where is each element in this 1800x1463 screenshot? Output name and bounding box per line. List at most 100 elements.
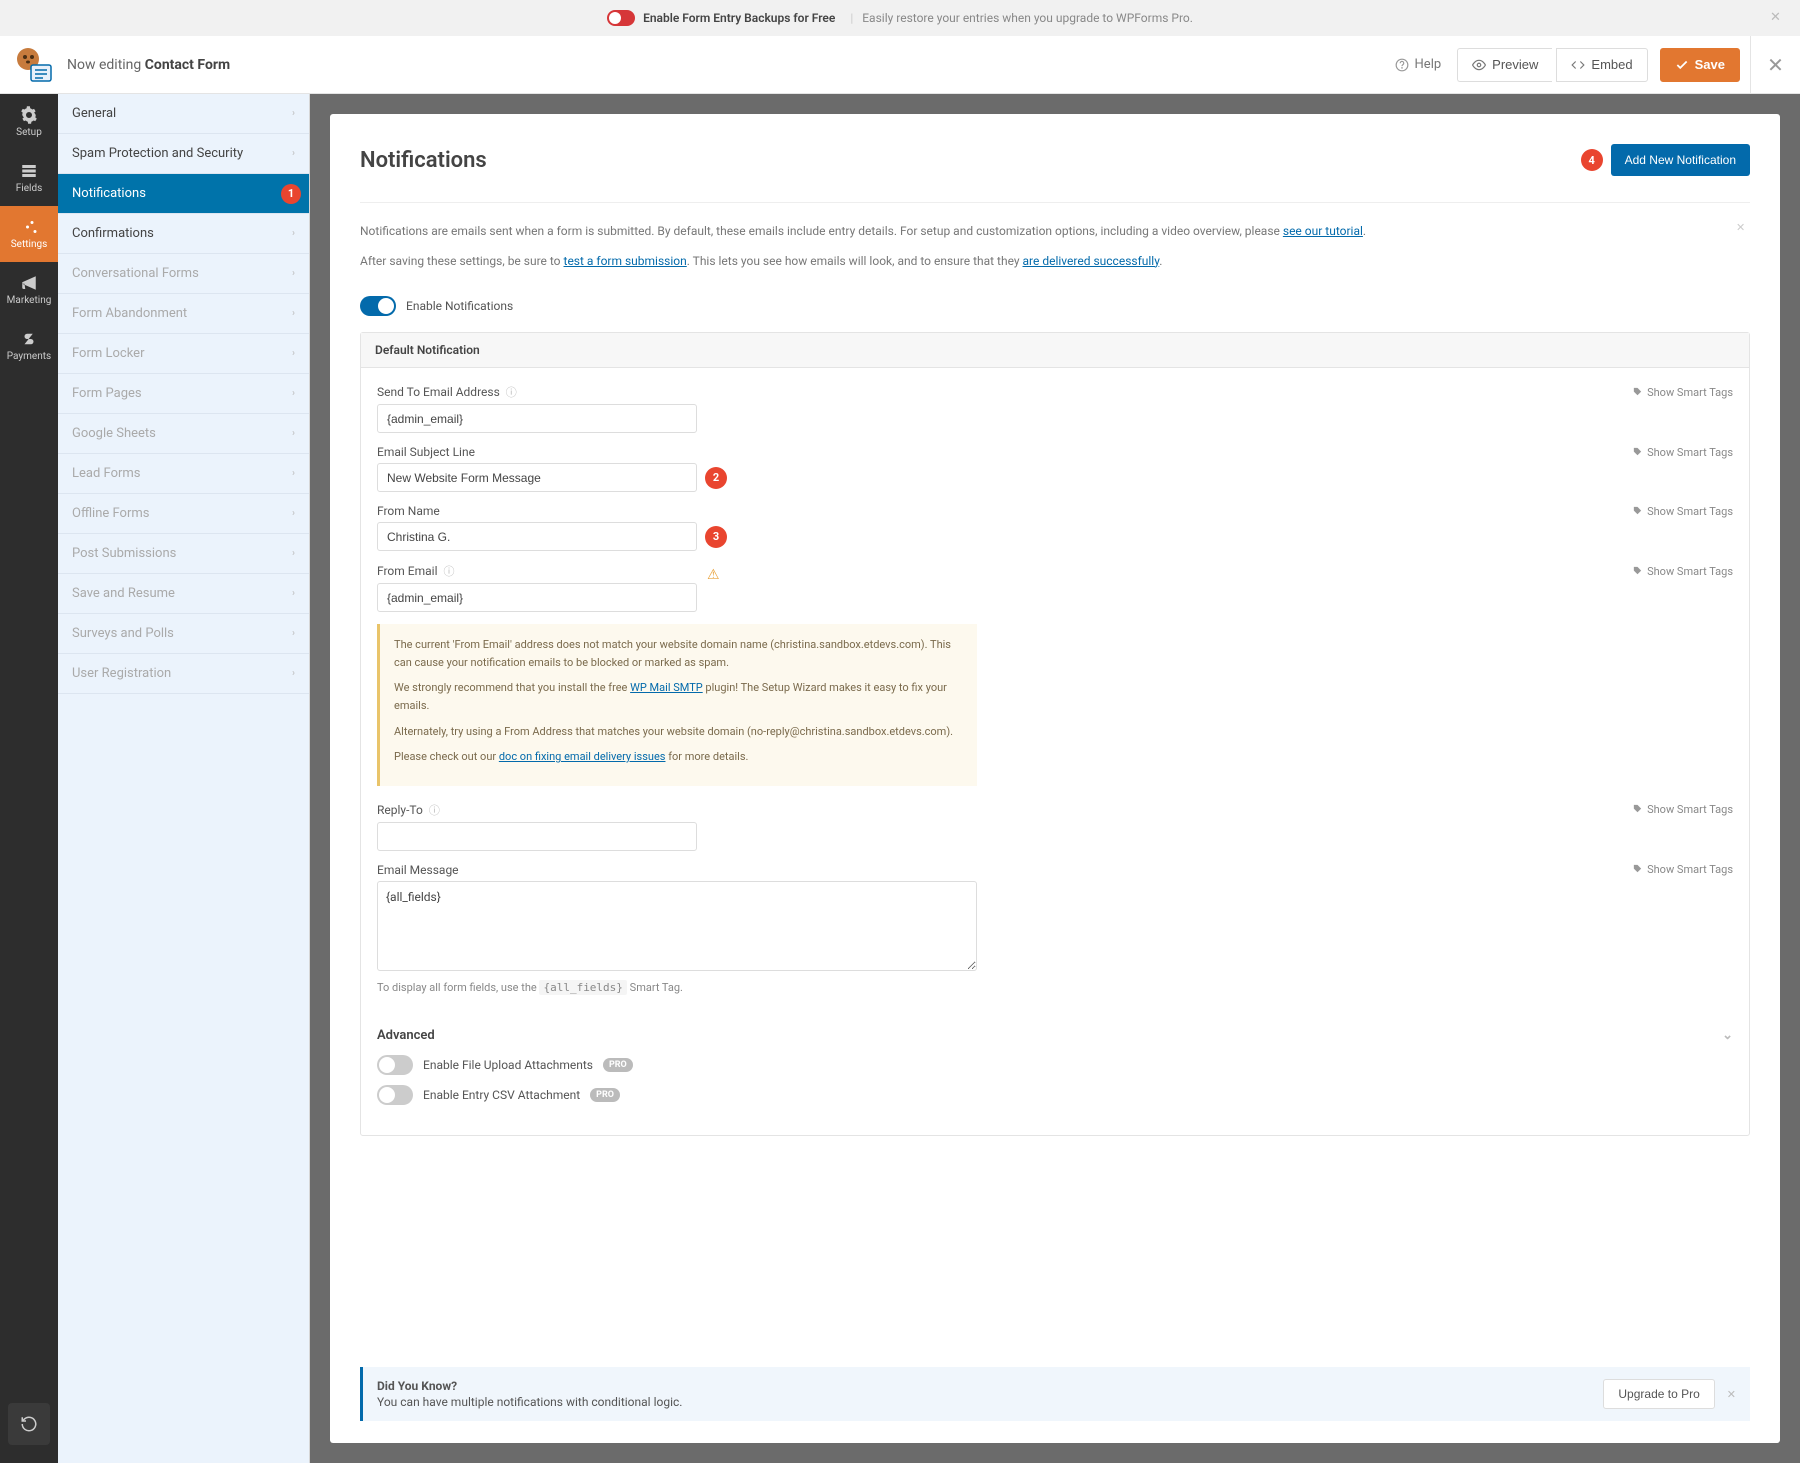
from-email-label: From Email	[377, 564, 437, 578]
settings-item-lead[interactable]: Lead Forms›	[58, 454, 309, 494]
close-builder-button[interactable]	[1750, 36, 1800, 94]
settings-item-general[interactable]: General›	[58, 94, 309, 134]
settings-item-user-reg[interactable]: User Registration›	[58, 654, 309, 694]
panel-title: Notifications	[360, 148, 487, 173]
reply-to-label: Reply-To	[377, 803, 423, 817]
pro-badge: PRO	[590, 1088, 620, 1102]
close-icon[interactable]	[1770, 10, 1786, 26]
settings-item-sheets[interactable]: Google Sheets›	[58, 414, 309, 454]
help-button[interactable]: Help	[1383, 49, 1454, 80]
smart-tags-link[interactable]: Show Smart Tags	[1632, 505, 1733, 518]
did-you-know-box: Did You Know? You can have multiple noti…	[360, 1367, 1750, 1421]
test-submission-link[interactable]: test a form submission	[564, 254, 687, 268]
form-name: Contact Form	[145, 57, 230, 73]
send-to-input[interactable]	[377, 404, 697, 433]
notifications-panel: Notifications 4 Add New Notification Not…	[330, 114, 1780, 1443]
from-email-input[interactable]	[377, 583, 697, 612]
info-text-2: After saving these settings, be sure to …	[360, 251, 1750, 273]
save-label: Save	[1695, 57, 1725, 72]
settings-item-conversational[interactable]: Conversational Forms›	[58, 254, 309, 294]
announcement-title: Enable Form Entry Backups for Free	[643, 11, 835, 25]
builder-header: Now editing Contact Form Help Preview Em…	[0, 36, 1800, 94]
sidebar-item-fields[interactable]: Fields	[0, 150, 58, 206]
preview-button[interactable]: Preview	[1457, 48, 1552, 82]
smart-tags-link[interactable]: Show Smart Tags	[1632, 386, 1733, 399]
add-notification-button[interactable]: Add New Notification	[1611, 144, 1750, 176]
sidebar-item-marketing[interactable]: Marketing	[0, 262, 58, 318]
advanced-section-header[interactable]: Advanced ⌄	[377, 1028, 1733, 1043]
send-to-label: Send To Email Address	[377, 385, 500, 399]
enable-notifications-toggle[interactable]	[360, 296, 396, 316]
csv-toggle[interactable]	[377, 1085, 413, 1105]
delivery-doc-link[interactable]: doc on fixing email delivery issues	[499, 750, 666, 763]
smart-tags-link[interactable]: Show Smart Tags	[1632, 863, 1733, 876]
close-icon[interactable]	[1727, 1388, 1736, 1401]
enable-notifications-label: Enable Notifications	[406, 299, 513, 313]
settings-item-notifications[interactable]: Notifications1	[58, 174, 309, 214]
primary-sidebar: Setup Fields Settings Marketing Payments	[0, 94, 58, 1463]
sidebar-item-settings[interactable]: Settings	[0, 206, 58, 262]
delivered-link[interactable]: are delivered successfully	[1023, 254, 1160, 268]
csv-label: Enable Entry CSV Attachment	[423, 1088, 580, 1102]
upgrade-button[interactable]: Upgrade to Pro	[1603, 1379, 1714, 1409]
settings-item-save-resume[interactable]: Save and Resume›	[58, 574, 309, 614]
chevron-right-icon: ›	[292, 628, 295, 639]
embed-label: Embed	[1591, 57, 1632, 72]
message-note: To display all form fields, use the {all…	[377, 981, 1733, 994]
subject-label: Email Subject Line	[377, 445, 475, 459]
chevron-right-icon: ›	[292, 148, 295, 159]
tutorial-link[interactable]: see our tutorial	[1283, 224, 1363, 238]
settings-item-pages[interactable]: Form Pages›	[58, 374, 309, 414]
settings-item-spam[interactable]: Spam Protection and Security›	[58, 134, 309, 174]
chevron-right-icon: ›	[292, 228, 295, 239]
save-button[interactable]: Save	[1660, 48, 1740, 82]
announcement-text: Enable Form Entry Backups for Free | Eas…	[643, 11, 1193, 25]
wpforms-logo[interactable]	[10, 45, 55, 85]
chevron-right-icon: ›	[292, 348, 295, 359]
callout-badge-3: 3	[705, 526, 727, 548]
announcement-toggle[interactable]	[607, 10, 635, 26]
chevron-right-icon: ›	[292, 388, 295, 399]
callout-badge-2: 2	[705, 467, 727, 489]
callout-badge-1: 1	[281, 184, 301, 204]
dismiss-info-icon[interactable]	[1736, 221, 1750, 235]
from-name-input[interactable]	[377, 522, 697, 551]
from-email-warning: The current 'From Email' address does no…	[377, 624, 977, 786]
embed-button[interactable]: Embed	[1556, 48, 1647, 82]
settings-item-confirmations[interactable]: Confirmations›	[58, 214, 309, 254]
settings-item-abandonment[interactable]: Form Abandonment›	[58, 294, 309, 334]
sidebar-item-payments[interactable]: Payments	[0, 318, 58, 374]
help-icon[interactable]: ⓘ	[443, 563, 454, 579]
chevron-right-icon: ›	[292, 508, 295, 519]
sidebar-item-setup[interactable]: Setup	[0, 94, 58, 150]
chevron-right-icon: ›	[292, 668, 295, 679]
settings-item-offline[interactable]: Offline Forms›	[58, 494, 309, 534]
smart-tags-link[interactable]: Show Smart Tags	[1632, 803, 1733, 816]
message-textarea[interactable]: {all_fields}	[377, 881, 977, 971]
editing-label: Now editing Contact Form	[67, 57, 230, 73]
subject-input[interactable]	[377, 463, 697, 492]
help-icon[interactable]: ⓘ	[506, 384, 517, 400]
dyk-text: You can have multiple notifications with…	[377, 1395, 682, 1409]
revisions-button[interactable]	[8, 1403, 50, 1445]
settings-item-locker[interactable]: Form Locker›	[58, 334, 309, 374]
settings-item-post[interactable]: Post Submissions›	[58, 534, 309, 574]
chevron-right-icon: ›	[292, 588, 295, 599]
chevron-right-icon: ›	[292, 108, 295, 119]
chevron-right-icon: ›	[292, 428, 295, 439]
dyk-title: Did You Know?	[377, 1379, 682, 1393]
file-upload-label: Enable File Upload Attachments	[423, 1058, 593, 1072]
help-icon[interactable]: ⓘ	[429, 802, 440, 818]
settings-item-surveys[interactable]: Surveys and Polls›	[58, 614, 309, 654]
reply-to-input[interactable]	[377, 822, 697, 851]
message-label: Email Message	[377, 863, 459, 877]
file-upload-toggle[interactable]	[377, 1055, 413, 1075]
chevron-down-icon: ⌄	[1722, 1028, 1733, 1043]
smart-tags-link[interactable]: Show Smart Tags	[1632, 446, 1733, 459]
smart-tags-link[interactable]: Show Smart Tags	[1632, 565, 1733, 578]
preview-label: Preview	[1492, 57, 1538, 72]
chevron-right-icon: ›	[292, 548, 295, 559]
notification-block-title: Default Notification	[361, 333, 1749, 368]
announcement-subtitle: Easily restore your entries when you upg…	[862, 11, 1193, 25]
wpmail-smtp-link[interactable]: WP Mail SMTP	[630, 681, 703, 694]
